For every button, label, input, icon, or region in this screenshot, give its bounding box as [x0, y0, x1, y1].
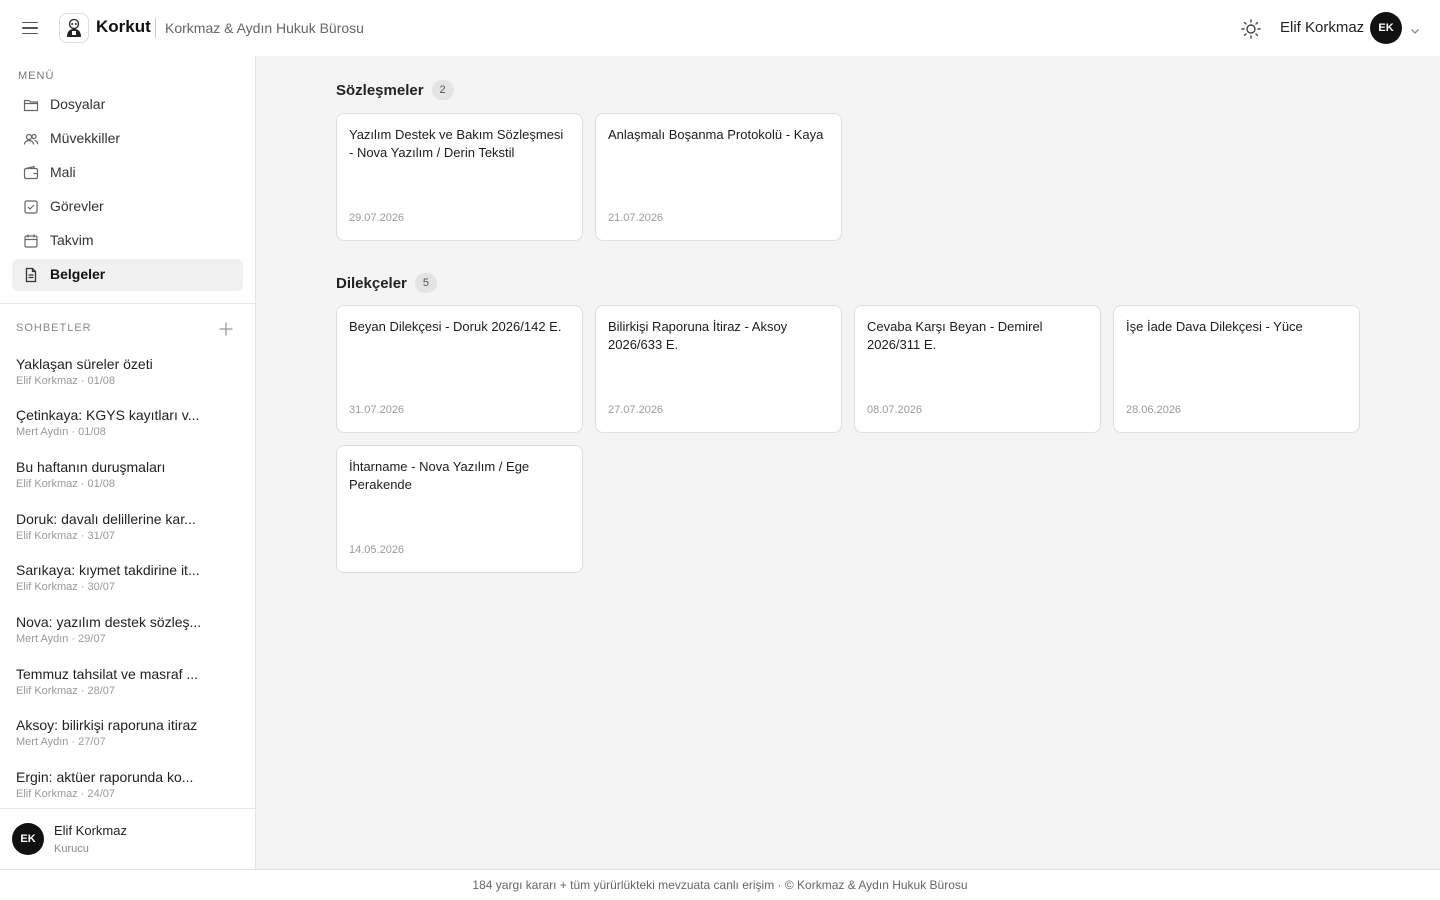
section-header-sozlesmeler: Sözleşmeler 2 [336, 80, 454, 100]
document-date: 29.07.2026 [349, 212, 405, 224]
chat-title: Temmuz tahsilat ve masraf ... [16, 666, 199, 682]
checkbox-icon [23, 199, 39, 215]
chat-list-item[interactable]: Aksoy: bilirkişi raporuna itiraz Mert Ay… [0, 717, 255, 767]
footer-user-name: Elif Korkmaz [54, 823, 127, 838]
sidebar-item-muvekkiller[interactable]: Müvekkiller [12, 123, 243, 155]
chat-meta: Mert Aydın · 29/07 [16, 633, 106, 645]
document-title: İşe İade Dava Dilekçesi - Yüce [1126, 319, 1303, 334]
users-icon [23, 131, 39, 147]
document-card[interactable]: İşe İade Dava Dilekçesi - Yüce 28.06.202… [1113, 305, 1360, 433]
sidebar-item-takvim[interactable]: Takvim [12, 225, 243, 257]
document-date: 27.07.2026 [608, 404, 664, 416]
chat-meta: Elif Korkmaz · 01/08 [16, 375, 116, 387]
avatar: EK [12, 823, 44, 855]
plus-icon[interactable] [218, 321, 234, 337]
chat-title: Çetinkaya: KGYS kayıtları v... [16, 407, 200, 423]
chat-title: Nova: yazılım destek sözleş... [16, 614, 202, 630]
hamburger-menu-icon[interactable] [20, 18, 40, 38]
document-title: Yazılım Destek ve Bakım Sözleşmesi - Nov… [349, 127, 564, 160]
chat-meta: Elif Korkmaz · 24/07 [16, 788, 116, 800]
chat-list-item[interactable]: Temmuz tahsilat ve masraf ... Elif Korkm… [0, 666, 255, 716]
firm-name: Korkmaz & Aydın Hukuk Bürosu [165, 20, 364, 36]
brand-divider [155, 18, 156, 38]
footer-user-role: Kurucu [54, 843, 89, 855]
document-card[interactable]: Beyan Dilekçesi - Doruk 2026/142 E. 31.0… [336, 305, 583, 433]
sidebar-item-label: Takvim [50, 232, 94, 248]
document-date: 14.05.2026 [349, 544, 405, 556]
chat-list-item[interactable]: Sarıkaya: kıymet takdirine it... Elif Ko… [0, 562, 255, 612]
chats-label: SOHBETLER [16, 322, 92, 334]
chat-list-item[interactable]: Doruk: davalı delillerine kar... Elif Ko… [0, 511, 255, 561]
document-title: Beyan Dilekçesi - Doruk 2026/142 E. [349, 319, 562, 334]
sun-icon[interactable] [1240, 18, 1262, 40]
document-date: 31.07.2026 [349, 404, 405, 416]
chat-list-item[interactable]: Yaklaşan süreler özeti Elif Korkmaz · 01… [0, 356, 255, 406]
sidebar-item-label: Mali [50, 164, 76, 180]
chat-title: Yaklaşan süreler özeti [16, 356, 153, 372]
chat-meta: Mert Aydın · 01/08 [16, 426, 106, 438]
document-title: İhtarname - Nova Yazılım / Ege Perakende [349, 459, 530, 492]
sidebar-user-footer[interactable]: EK Elif Korkmaz Kurucu [0, 808, 255, 869]
chat-meta: Elif Korkmaz · 31/07 [16, 530, 116, 542]
sidebar-item-label: Belgeler [50, 266, 106, 282]
chat-list-item[interactable]: Bu haftanın duruşmaları Elif Korkmaz · 0… [0, 459, 255, 509]
document-icon [23, 267, 39, 283]
sidebar: MENÜ Dosyalar Müvekkiller Mali Görevler … [0, 56, 256, 869]
folder-icon [23, 97, 39, 113]
document-card[interactable]: Anlaşmalı Boşanma Protokolü - Kaya 21.07… [595, 113, 842, 241]
sidebar-item-belgeler[interactable]: Belgeler [12, 259, 243, 291]
document-title: Cevaba Karşı Beyan - Demirel 2026/311 E. [867, 319, 1043, 352]
document-date: 21.07.2026 [608, 212, 664, 224]
sidebar-item-label: Dosyalar [50, 96, 106, 112]
document-card[interactable]: İhtarname - Nova Yazılım / Ege Perakende… [336, 445, 583, 573]
document-card[interactable]: Cevaba Karşı Beyan - Demirel 2026/311 E.… [854, 305, 1101, 433]
chat-title: Sarıkaya: kıymet takdirine it... [16, 562, 200, 578]
document-card[interactable]: Bilirkişi Raporuna İtiraz - Aksoy 2026/6… [595, 305, 842, 433]
sidebar-item-label: Görevler [50, 198, 104, 214]
brand-name[interactable]: Korkut [96, 17, 151, 37]
user-name[interactable]: Elif Korkmaz [1280, 19, 1364, 36]
korkut-logo[interactable] [59, 13, 89, 43]
chat-title: Ergin: aktüer raporunda ko... [16, 769, 194, 785]
count-badge: 5 [414, 273, 437, 293]
chat-meta: Elif Korkmaz · 28/07 [16, 685, 116, 697]
sidebar-item-dosyalar[interactable]: Dosyalar [12, 89, 243, 121]
section-title: Sözleşmeler [336, 81, 424, 99]
page-footer: 184 yargı kararı + tüm yürürlükteki mevz… [0, 869, 1440, 900]
chat-list-item[interactable]: Çetinkaya: KGYS kayıtları v... Mert Aydı… [0, 407, 255, 457]
chat-title: Bu haftanın duruşmaları [16, 459, 166, 475]
document-date: 08.07.2026 [867, 404, 923, 416]
sidebar-item-label: Müvekkiller [50, 130, 121, 146]
chevron-down-icon[interactable] [1410, 23, 1420, 34]
chat-list-item[interactable]: Nova: yazılım destek sözleş... Mert Aydı… [0, 614, 255, 664]
chat-meta: Mert Aydın · 27/07 [16, 736, 106, 748]
chat-meta: Elif Korkmaz · 30/07 [16, 581, 116, 593]
menu-label: MENÜ [18, 70, 55, 82]
count-badge: 2 [431, 80, 454, 100]
top-header: Korkut Korkmaz & Aydın Hukuk Bürosu Elif… [0, 0, 1440, 56]
user-avatar[interactable]: EK [1370, 12, 1402, 44]
sidebar-divider [0, 303, 255, 304]
chat-title: Aksoy: bilirkişi raporuna itiraz [16, 717, 198, 733]
document-title: Anlaşmalı Boşanma Protokolü - Kaya [608, 127, 824, 142]
wallet-icon [23, 165, 39, 181]
sidebar-item-mali[interactable]: Mali [12, 157, 243, 189]
chat-meta: Elif Korkmaz · 01/08 [16, 478, 116, 490]
section-header-dilekceler: Dilekçeler 5 [336, 273, 437, 293]
sidebar-item-gorevler[interactable]: Görevler [12, 191, 243, 223]
document-title: Bilirkişi Raporuna İtiraz - Aksoy 2026/6… [608, 319, 788, 352]
chat-title: Doruk: davalı delillerine kar... [16, 511, 196, 527]
document-card[interactable]: Yazılım Destek ve Bakım Sözleşmesi - Nov… [336, 113, 583, 241]
document-date: 28.06.2026 [1126, 404, 1182, 416]
calendar-icon [23, 233, 39, 249]
section-title: Dilekçeler [336, 274, 407, 292]
